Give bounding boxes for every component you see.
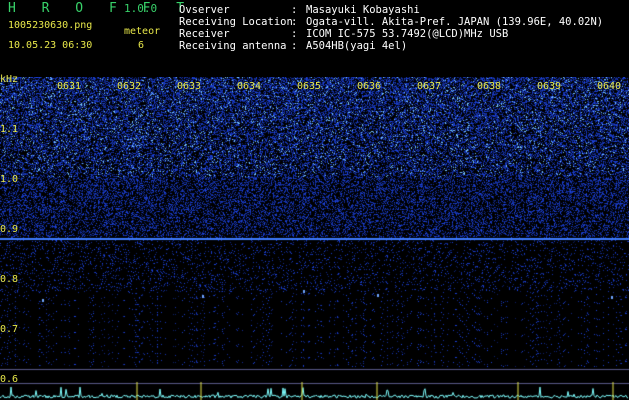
spectrogram	[0, 77, 629, 400]
filename: 1005230630.png	[8, 20, 93, 31]
time-tick: 0640	[597, 81, 622, 92]
y-axis-unit: kHz	[0, 74, 19, 85]
time-tick: 0631	[57, 81, 82, 92]
time-tick: 0637	[417, 81, 442, 92]
time-tick: 0639	[537, 81, 562, 92]
time-tick: 0632	[117, 81, 142, 92]
observer-value: Masayuki Kobayashi	[306, 4, 420, 16]
observer-sep: :	[291, 4, 298, 16]
receiver-label: Receiver	[179, 28, 230, 40]
location-label: Receiving Location	[179, 16, 293, 28]
y-tick-2: 1.0	[0, 174, 19, 185]
meteor-label: meteor	[124, 26, 161, 37]
meteor-count: 6	[138, 40, 145, 51]
y-tick-1: 1.1	[0, 124, 19, 135]
datetime: 10.05.23 06:30	[8, 40, 93, 51]
antenna-sep: :	[291, 40, 298, 52]
y-tick-3: 0.9	[0, 224, 19, 235]
location-sep: :	[291, 16, 298, 28]
time-tick: 0638	[477, 81, 502, 92]
antenna-value: A504HB(yagi 4el)	[306, 40, 408, 52]
receiver-sep: :	[291, 28, 298, 40]
receiver-value: ICOM IC-575 53.7492(@LCD)MHz USB	[306, 28, 509, 40]
app-version: 1.0.0	[124, 2, 158, 15]
observer-label: Ovserver	[179, 4, 230, 16]
time-tick: 0634	[237, 81, 262, 92]
time-tick: 0633	[177, 81, 202, 92]
y-tick-4: 0.8	[0, 274, 19, 285]
time-tick: 0635	[297, 81, 322, 92]
app-title: H R O F F T	[8, 1, 194, 16]
y-tick-5: 0.7	[0, 324, 19, 335]
location-value: Ogata-vill. Akita-Pref. JAPAN (139.96E, …	[306, 16, 604, 28]
y-tick-6: 0.6	[0, 374, 19, 385]
antenna-label: Receiving antenna	[179, 40, 287, 52]
time-tick: 0636	[357, 81, 382, 92]
